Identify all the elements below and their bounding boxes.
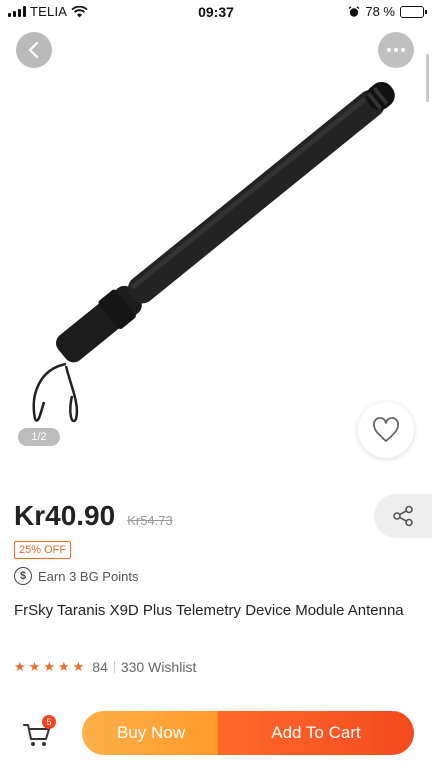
points-row[interactable]: $ Earn 3 BG Points [14,567,138,585]
status-bar: TELIA 09:37 78 % [0,0,432,24]
cart-count-badge: 5 [42,715,56,729]
product-title: FrSky Taranis X9D Plus Telemetry Device … [14,602,404,619]
scrollbar [426,54,429,102]
product-gallery[interactable]: 1/2 [0,24,432,464]
back-button[interactable] [16,32,52,68]
rating-row[interactable]: ★ ★ ★ ★ ★ 84 330 Wishlist [14,659,196,675]
buy-now-button[interactable]: Buy Now [82,711,220,755]
divider [113,661,115,673]
alarm-icon [348,5,360,17]
cart-button[interactable]: 5 [22,715,56,749]
battery-icon [400,5,427,18]
more-options-button[interactable] [378,32,414,68]
add-to-cart-button[interactable]: Add To Cart [218,711,414,755]
chevron-left-icon [28,41,39,59]
coin-icon: $ [14,567,32,585]
current-price: Kr40.90 [14,500,116,531]
review-count: 84 [92,659,108,675]
share-button[interactable] [374,494,432,538]
heart-icon [373,417,399,442]
more-dots-icon [387,48,391,52]
product-image [32,81,395,423]
star-icon: ★ [14,659,26,674]
points-text: Earn 3 BG Points [38,568,139,584]
star-icon: ★ [43,659,55,674]
wishlist-button[interactable] [358,402,414,458]
status-right: 78 % [348,4,427,19]
original-price: Kr54.73 [127,513,173,528]
share-icon [393,505,413,527]
battery-percent: 78 % [365,4,395,19]
star-icon: ★ [28,659,41,674]
price-row: Kr40.90 Kr54.73 [14,500,173,532]
image-page-indicator: 1/2 [18,428,60,446]
wishlist-count: 330 Wishlist [120,659,197,675]
discount-badge: 25% OFF [14,541,72,559]
rating-stars: ★ ★ ★ ★ ★ [14,660,84,674]
star-icon: ★ [72,659,85,674]
star-icon: ★ [57,659,70,674]
